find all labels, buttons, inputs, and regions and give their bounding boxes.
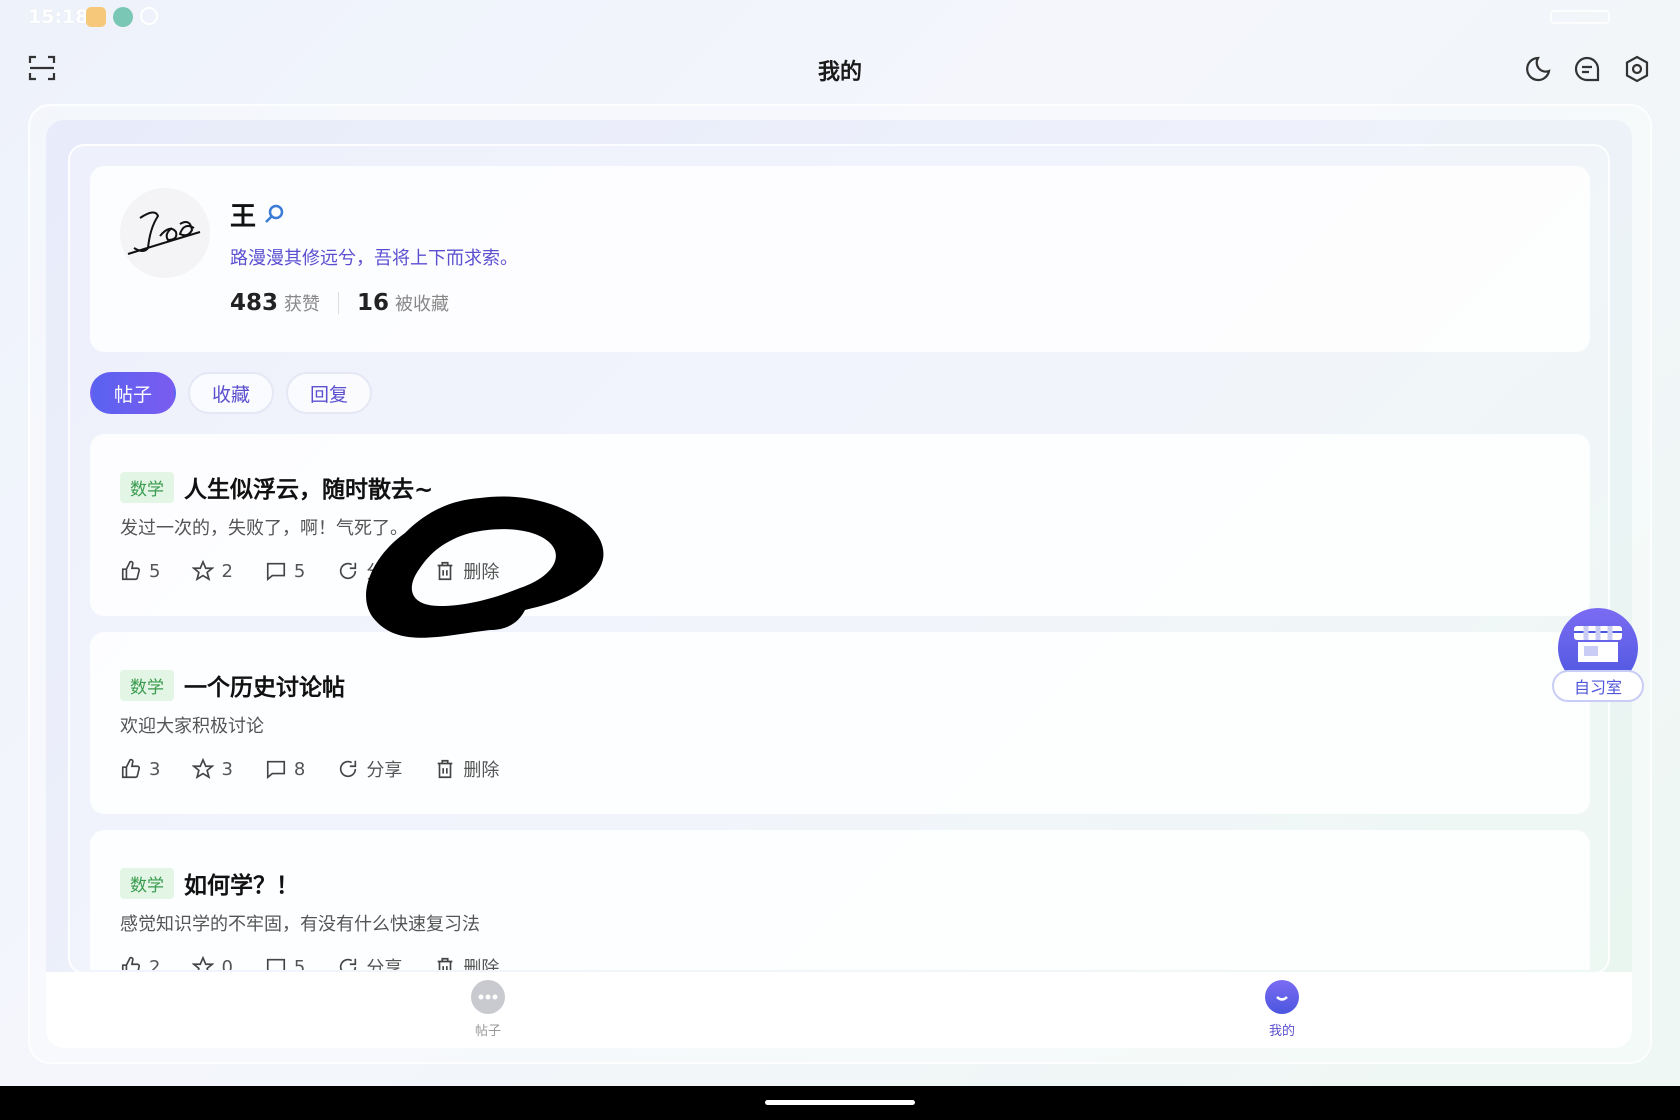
share-icon: [340, 760, 357, 778]
favorited-count: 16: [357, 290, 390, 316]
notification-app-icon: [86, 7, 106, 27]
post-title: 一个历史讨论帖: [184, 675, 345, 701]
home-indicator[interactable]: [765, 1100, 915, 1105]
star-count: 3: [221, 758, 233, 780]
bottom-tab-bar: 帖子 我的: [46, 972, 1632, 1048]
share-button[interactable]: 分享: [337, 954, 402, 970]
star-icon: [192, 560, 215, 582]
system-nav-bar: [0, 1086, 1680, 1120]
favorited-label: 被收藏: [395, 294, 450, 315]
post-header: 数学 一个历史讨论帖: [120, 668, 345, 702]
post-tag: 数学: [120, 867, 174, 899]
chat-bubble-icon: [471, 980, 505, 1014]
tab-posts[interactable]: 帖子: [90, 372, 177, 414]
dark-mode-icon[interactable]: [1522, 54, 1552, 84]
comment-count: 5: [293, 560, 306, 582]
thumbs-up-icon: [121, 560, 141, 581]
status-time: 15:18: [28, 6, 89, 28]
user-smile-icon: [1265, 980, 1299, 1014]
post-title: 如何学？！: [184, 873, 299, 899]
study-room-label: 自习室: [1552, 670, 1644, 702]
profile-tabs: 帖子 收藏 回复: [90, 372, 373, 414]
like-button[interactable]: 5: [120, 560, 160, 582]
star-count: 0: [221, 956, 233, 971]
star-icon: [192, 758, 215, 780]
bottom-tab-label: 我的: [1268, 1024, 1295, 1039]
post-tag: 数学: [120, 471, 174, 503]
like-button[interactable]: 3: [120, 758, 160, 780]
status-bar: 15:18: [0, 0, 1680, 34]
message-icon[interactable]: [1572, 54, 1602, 84]
tab-replies[interactable]: 回复: [286, 372, 373, 414]
comment-icon: [266, 760, 285, 779]
user-name: 王: [230, 202, 257, 232]
star-icon: [192, 956, 215, 970]
gear-icon[interactable]: [1622, 54, 1652, 84]
star-button[interactable]: 3: [192, 758, 233, 780]
delete-label: 删除: [463, 958, 500, 970]
post-desc: 欢迎大家积极讨论: [120, 716, 264, 737]
comment-icon: [266, 562, 285, 581]
post-tag: 数学: [120, 669, 174, 701]
clock-icon: [140, 7, 158, 25]
avatar[interactable]: [120, 188, 210, 278]
share-label: 分享: [366, 958, 403, 970]
comment-count: 8: [293, 758, 306, 780]
comment-button[interactable]: 8: [265, 758, 305, 780]
notification-app-icon: [113, 7, 133, 27]
thumbs-up-icon: [121, 956, 141, 970]
study-room-button[interactable]: 自习室: [1552, 608, 1648, 708]
star-count: 2: [221, 560, 233, 582]
post-actions: 2 0 5 分享 删除: [120, 954, 531, 970]
share-button[interactable]: 分享: [337, 756, 402, 782]
comment-button[interactable]: 5: [265, 956, 305, 970]
bottom-tab-mine[interactable]: 我的: [1242, 980, 1322, 1039]
top-nav: 我的: [0, 40, 1680, 100]
bottom-tab-posts[interactable]: 帖子: [448, 980, 528, 1039]
share-label: 分享: [366, 760, 403, 781]
battery-icon: [1550, 10, 1610, 24]
trash-icon: [438, 957, 453, 970]
search-icon[interactable]: [262, 202, 286, 226]
tab-favorites[interactable]: 收藏: [188, 372, 275, 414]
delete-button[interactable]: 删除: [434, 954, 499, 970]
post-card[interactable]: 数学 人生似浮云，随时散去~ 发过一次的，失败了，啊！气死了。 5 2 5 分享: [90, 434, 1590, 616]
user-stats: 483 获赞 16 被收藏: [230, 290, 449, 316]
delete-button[interactable]: 删除: [434, 756, 499, 782]
page-title: 我的: [817, 60, 862, 85]
post-actions: 3 3 8 分享 删除: [120, 756, 531, 782]
trash-icon: [438, 759, 453, 779]
thumbs-up-icon: [121, 758, 141, 779]
comment-button[interactable]: 5: [265, 560, 305, 582]
like-count: 3: [149, 758, 161, 780]
star-button[interactable]: 0: [192, 956, 233, 971]
delete-label: 删除: [463, 760, 500, 781]
like-count: 5: [149, 560, 161, 582]
share-icon: [340, 562, 357, 580]
bottom-tab-label: 帖子: [474, 1024, 501, 1039]
likes-count: 483: [230, 290, 279, 316]
like-count: 2: [149, 956, 161, 971]
profile-card: 王 路漫漫其修远兮，吾将上下而求索。 483 获赞 16 被收藏: [90, 166, 1590, 352]
comment-count: 5: [293, 956, 306, 971]
post-card[interactable]: 数学 如何学？！ 感觉知识学的不牢固，有没有什么快速复习法 2 0 5 分享 删…: [90, 830, 1590, 970]
user-bio: 路漫漫其修远兮，吾将上下而求索。: [230, 248, 518, 269]
star-button[interactable]: 2: [192, 560, 233, 582]
divider: [338, 292, 340, 314]
comment-icon: [266, 958, 285, 970]
post-card[interactable]: 数学 一个历史讨论帖 欢迎大家积极讨论 3 3 8 分享 删除: [90, 632, 1590, 814]
post-desc: 感觉知识学的不牢固，有没有什么快速复习法: [120, 914, 480, 935]
share-icon: [340, 958, 357, 970]
likes-label: 获赞: [284, 294, 321, 315]
post-header: 数学 如何学？！: [120, 866, 299, 900]
post-list: 数学 人生似浮云，随时散去~ 发过一次的，失败了，啊！气死了。 5 2 5 分享: [90, 434, 1590, 970]
scribble-annotation: [366, 496, 604, 638]
like-button[interactable]: 2: [120, 956, 160, 970]
